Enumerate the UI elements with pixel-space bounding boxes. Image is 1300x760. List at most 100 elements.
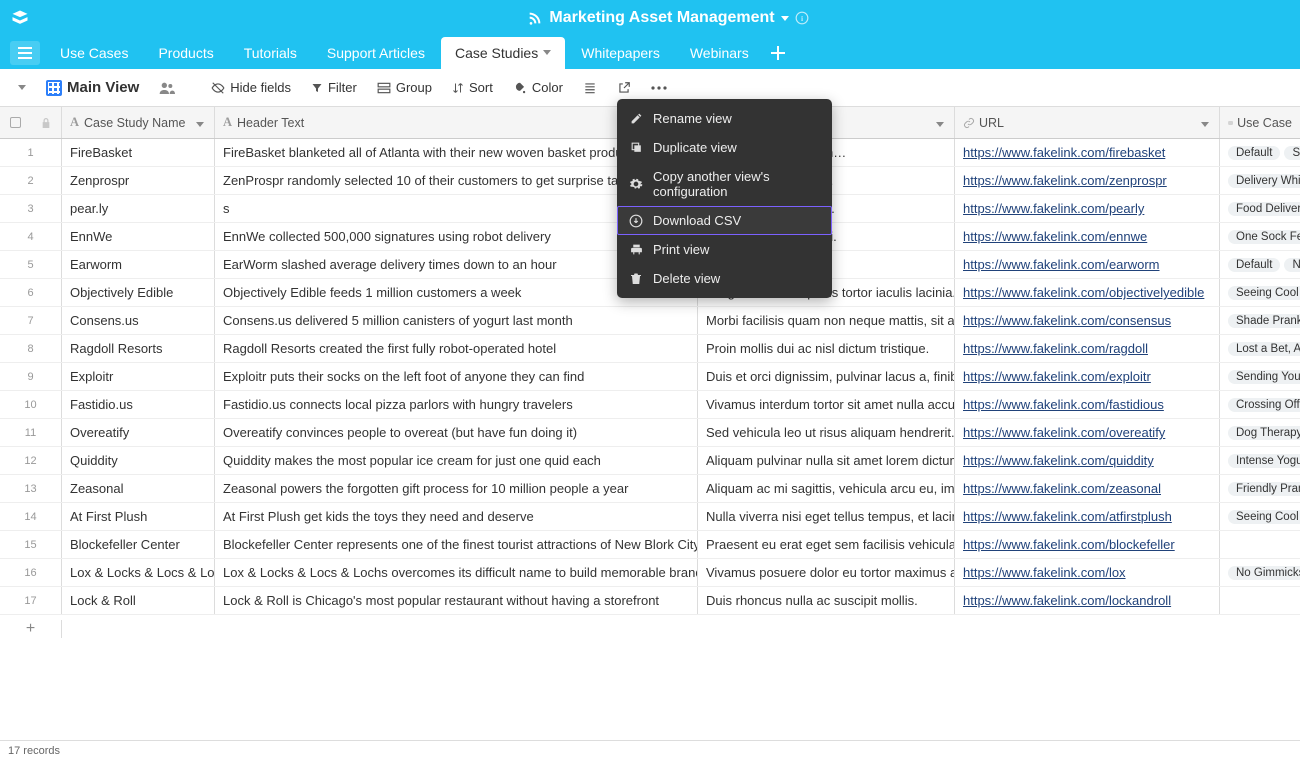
use-case-pill[interactable]: Intense Yogu: [1228, 454, 1300, 468]
cell-url[interactable]: https://www.fakelink.com/earworm: [955, 251, 1220, 278]
hide-fields-button[interactable]: Hide fields: [203, 75, 299, 100]
field-menu-icon[interactable]: [934, 114, 946, 132]
cell-use-case[interactable]: Seeing Cool: [1220, 279, 1300, 306]
cell-header-text[interactable]: Zeasonal powers the forgotten gift proce…: [215, 475, 698, 502]
table-row[interactable]: 8Ragdoll ResortsRagdoll Resorts created …: [0, 335, 1300, 363]
cell-use-case[interactable]: Sending You: [1220, 363, 1300, 390]
use-case-pill[interactable]: Seeing Cool: [1228, 286, 1300, 300]
cell-name[interactable]: EnnWe: [62, 223, 215, 250]
add-table-button[interactable]: [765, 40, 791, 66]
cell-use-case[interactable]: Dog Therapy: [1220, 419, 1300, 446]
use-case-pill[interactable]: Crossing Off: [1228, 398, 1300, 412]
menu-item-print-view[interactable]: Print view: [617, 235, 832, 264]
cell-url[interactable]: https://www.fakelink.com/firebasket: [955, 139, 1220, 166]
cell-body[interactable]: Sed vehicula leo ut risus aliquam hendre…: [698, 419, 955, 446]
views-sidebar-toggle[interactable]: [10, 80, 34, 95]
cell-body[interactable]: Aliquam pulvinar nulla sit amet lorem di…: [698, 447, 955, 474]
tab-support-articles[interactable]: Support Articles: [313, 37, 439, 69]
select-all-cell[interactable]: [0, 107, 62, 138]
cell-header-text[interactable]: Overeatify convinces people to overeat (…: [215, 419, 698, 446]
use-case-pill[interactable]: Shade Prank: [1228, 314, 1300, 328]
cell-url[interactable]: https://www.fakelink.com/fastidious: [955, 391, 1220, 418]
row-number[interactable]: 13: [0, 475, 62, 502]
menu-item-delete-view[interactable]: Delete view: [617, 264, 832, 293]
cell-name[interactable]: Consens.us: [62, 307, 215, 334]
cell-body[interactable]: Duis et orci dignissim, pulvinar lacus a…: [698, 363, 955, 390]
use-case-pill[interactable]: Default: [1228, 146, 1280, 160]
cell-url[interactable]: https://www.fakelink.com/pearly: [955, 195, 1220, 222]
cell-header-text[interactable]: At First Plush get kids the toys they ne…: [215, 503, 698, 530]
cell-name[interactable]: Exploitr: [62, 363, 215, 390]
cell-name[interactable]: Fastidio.us: [62, 391, 215, 418]
cell-url[interactable]: https://www.fakelink.com/zeasonal: [955, 475, 1220, 502]
menu-item-download-csv[interactable]: Download CSV: [617, 206, 832, 235]
cell-use-case[interactable]: No Gimmicks: [1220, 559, 1300, 586]
use-case-pill[interactable]: Food Delivery: [1228, 202, 1300, 216]
cell-url[interactable]: https://www.fakelink.com/ennwe: [955, 223, 1220, 250]
cell-header-text[interactable]: Exploitr puts their socks on the left fo…: [215, 363, 698, 390]
menu-item-duplicate-view[interactable]: Duplicate view: [617, 133, 832, 162]
cell-body[interactable]: Duis rhoncus nulla ac suscipit mollis.: [698, 587, 955, 614]
cell-use-case[interactable]: Shade Prank: [1220, 307, 1300, 334]
cell-body[interactable]: Praesent eu erat eget sem facilisis vehi…: [698, 531, 955, 558]
cell-url[interactable]: https://www.fakelink.com/ragdoll: [955, 335, 1220, 362]
table-row[interactable]: 17Lock & RollLock & Roll is Chicago's mo…: [0, 587, 1300, 615]
use-case-pill[interactable]: Default: [1228, 258, 1280, 272]
cell-name[interactable]: Zenprospr: [62, 167, 215, 194]
cell-body[interactable]: Nulla viverra nisi eget tellus tempus, e…: [698, 503, 955, 530]
hamburger-icon[interactable]: [10, 41, 40, 65]
url-link[interactable]: https://www.fakelink.com/lox: [963, 565, 1126, 580]
table-row[interactable]: 13ZeasonalZeasonal powers the forgotten …: [0, 475, 1300, 503]
row-number[interactable]: 9: [0, 363, 62, 390]
cell-name[interactable]: Objectively Edible: [62, 279, 215, 306]
url-link[interactable]: https://www.fakelink.com/ragdoll: [963, 341, 1148, 356]
use-case-pill[interactable]: No: [1284, 258, 1300, 272]
cell-url[interactable]: https://www.fakelink.com/lox: [955, 559, 1220, 586]
url-link[interactable]: https://www.fakelink.com/objectivelyedib…: [963, 285, 1204, 300]
table-row[interactable]: 9ExploitrExploitr puts their socks on th…: [0, 363, 1300, 391]
cell-header-text[interactable]: Lock & Roll is Chicago's most popular re…: [215, 587, 698, 614]
add-row-button[interactable]: +: [0, 620, 62, 638]
use-case-pill[interactable]: Delivery Whil: [1228, 174, 1300, 188]
tab-tutorials[interactable]: Tutorials: [230, 37, 311, 69]
table-row[interactable]: 12QuiddityQuiddity makes the most popula…: [0, 447, 1300, 475]
cell-use-case[interactable]: DefaultSha: [1220, 139, 1300, 166]
cell-header-text[interactable]: Consens.us delivered 5 million canisters…: [215, 307, 698, 334]
tab-whitepapers[interactable]: Whitepapers: [567, 37, 674, 69]
menu-item-copy-another-view-s-configuration[interactable]: Copy another view's configuration: [617, 162, 832, 206]
cell-url[interactable]: https://www.fakelink.com/overeatify: [955, 419, 1220, 446]
cell-use-case[interactable]: [1220, 531, 1300, 558]
table-row[interactable]: 15Blockefeller CenterBlockefeller Center…: [0, 531, 1300, 559]
field-menu-icon[interactable]: [1199, 114, 1211, 132]
table-row[interactable]: 16Lox & Locks & Locs & Loc…Lox & Locks &…: [0, 559, 1300, 587]
use-case-pill[interactable]: Friendly Pran: [1228, 482, 1300, 496]
use-case-pill[interactable]: No Gimmicks: [1228, 566, 1300, 580]
filter-button[interactable]: Filter: [303, 75, 365, 100]
tab-products[interactable]: Products: [144, 37, 227, 69]
url-link[interactable]: https://www.fakelink.com/zeasonal: [963, 481, 1161, 496]
url-link[interactable]: https://www.fakelink.com/atfirstplush: [963, 509, 1172, 524]
row-number[interactable]: 8: [0, 335, 62, 362]
cell-header-text[interactable]: Lox & Locks & Locs & Lochs overcomes its…: [215, 559, 698, 586]
row-number[interactable]: 6: [0, 279, 62, 306]
row-number[interactable]: 1: [0, 139, 62, 166]
cell-body[interactable]: Vivamus interdum tortor sit amet nulla a…: [698, 391, 955, 418]
table-row[interactable]: 14At First PlushAt First Plush get kids …: [0, 503, 1300, 531]
row-number[interactable]: 7: [0, 307, 62, 334]
cell-url[interactable]: https://www.fakelink.com/atfirstplush: [955, 503, 1220, 530]
url-link[interactable]: https://www.fakelink.com/earworm: [963, 257, 1160, 272]
row-number[interactable]: 5: [0, 251, 62, 278]
cell-name[interactable]: Earworm: [62, 251, 215, 278]
column-header-url[interactable]: URL: [955, 107, 1220, 138]
cell-name[interactable]: pear.ly: [62, 195, 215, 222]
row-number[interactable]: 12: [0, 447, 62, 474]
tab-case-studies[interactable]: Case Studies: [441, 37, 565, 69]
cell-use-case[interactable]: Food Delivery: [1220, 195, 1300, 222]
url-link[interactable]: https://www.fakelink.com/quiddity: [963, 453, 1154, 468]
group-button[interactable]: Group: [369, 75, 440, 100]
select-all-checkbox[interactable]: [10, 117, 21, 128]
url-link[interactable]: https://www.fakelink.com/firebasket: [963, 145, 1165, 160]
url-link[interactable]: https://www.fakelink.com/fastidious: [963, 397, 1164, 412]
use-case-pill[interactable]: Lost a Bet, A: [1228, 342, 1300, 356]
tab-use-cases[interactable]: Use Cases: [46, 37, 142, 69]
